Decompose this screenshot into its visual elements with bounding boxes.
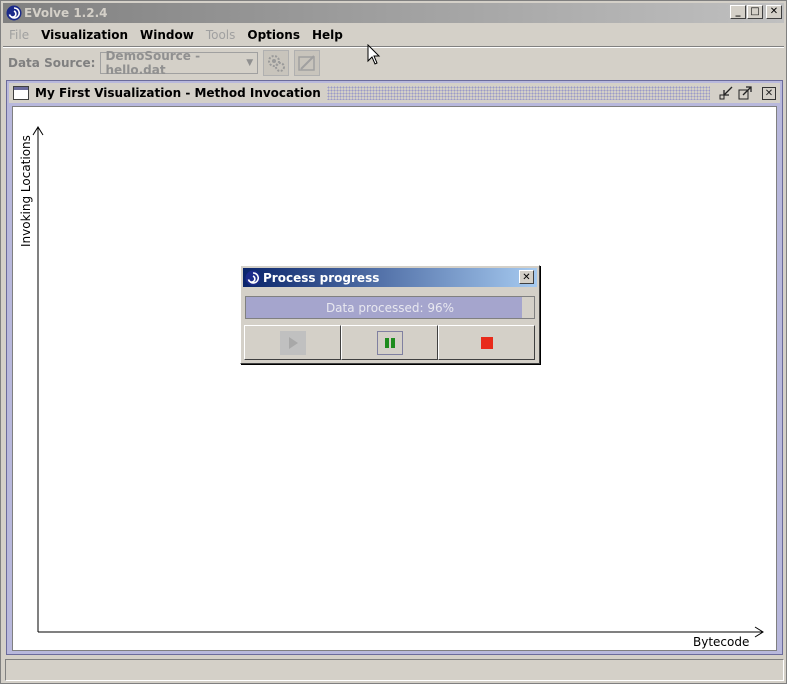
visualization-canvas[interactable]: Invoking Locations Bytecode [12, 106, 777, 651]
progress-dialog-titlebar[interactable]: Process progress ✕ [243, 268, 537, 287]
edit-visualization-button[interactable] [294, 50, 321, 76]
menu-bar: File Visualization Window Tools Options … [3, 25, 784, 45]
evolve-logo-icon [245, 270, 261, 285]
chevron-down-icon[interactable]: ▼ [242, 53, 257, 73]
shrink-icon [719, 86, 732, 100]
gears-icon [268, 55, 286, 72]
progress-text: Data processed: 96% [325, 300, 455, 315]
play-button[interactable] [244, 325, 341, 360]
frame-close-button[interactable]: ✕ [762, 86, 776, 100]
expand-icon [738, 86, 752, 100]
menu-visualization[interactable]: Visualization [35, 28, 134, 42]
menu-help[interactable]: Help [306, 28, 349, 42]
menu-separator [3, 46, 784, 48]
progress-controls [244, 325, 536, 360]
visualization-frame: My First Visualization - Method Invocati… [6, 80, 783, 655]
app-window: EVolve 1.2.4 _ □ ✕ File Visualization Wi… [0, 0, 787, 684]
visualization-frame-titlebar[interactable]: My First Visualization - Method Invocati… [9, 83, 780, 103]
frame-window-icon [13, 86, 29, 100]
frame-maximize-button[interactable] [737, 86, 752, 101]
progress-dialog: Process progress ✕ Data processed: 96% [240, 265, 540, 364]
chart-pencil-icon [298, 55, 316, 71]
status-bar [5, 659, 784, 681]
frame-minimize-button[interactable] [718, 86, 733, 101]
progress-bar: Data processed: 96% [245, 296, 535, 319]
visualization-title: My First Visualization - Method Invocati… [35, 86, 327, 100]
close-icon: ✕ [764, 87, 774, 99]
pause-icon [384, 337, 395, 348]
minimize-button[interactable]: _ [730, 5, 746, 19]
play-icon [288, 336, 298, 349]
evolve-logo-icon [6, 5, 22, 21]
window-controls: _ □ ✕ [730, 5, 782, 19]
mouse-pointer-icon [367, 44, 381, 65]
close-icon: ✕ [769, 6, 779, 17]
close-icon: ✕ [522, 271, 531, 283]
x-axis-label: Bytecode [693, 635, 750, 649]
pause-button[interactable] [341, 325, 438, 360]
stop-button[interactable] [438, 325, 535, 360]
maximize-icon: □ [750, 6, 760, 17]
stop-icon [480, 336, 493, 349]
y-axis-label: Invoking Locations [19, 135, 33, 247]
window-title: EVolve 1.2.4 [24, 6, 108, 20]
toolbar: Data Source: DemoSource - hello.dat ▼ [3, 49, 784, 77]
plot-axes [32, 126, 764, 638]
run-analysis-button[interactable] [263, 50, 290, 76]
close-button[interactable]: ✕ [766, 5, 782, 19]
data-source-label: Data Source: [8, 56, 96, 70]
titlebar-pattern [326, 86, 710, 100]
menu-tools[interactable]: Tools [200, 28, 242, 42]
menu-file[interactable]: File [3, 28, 35, 42]
window-titlebar[interactable]: EVolve 1.2.4 _ □ ✕ [3, 3, 784, 23]
data-source-value: DemoSource - hello.dat [105, 49, 201, 77]
menu-options[interactable]: Options [241, 28, 306, 42]
frame-controls: ✕ [718, 86, 776, 101]
progress-dialog-close-button[interactable]: ✕ [519, 270, 534, 284]
data-source-select[interactable]: DemoSource - hello.dat ▼ [100, 49, 259, 77]
maximize-button[interactable]: □ [747, 5, 763, 19]
minimize-icon: _ [735, 6, 741, 17]
menu-window[interactable]: Window [134, 28, 200, 42]
progress-dialog-title: Process progress [263, 270, 380, 285]
